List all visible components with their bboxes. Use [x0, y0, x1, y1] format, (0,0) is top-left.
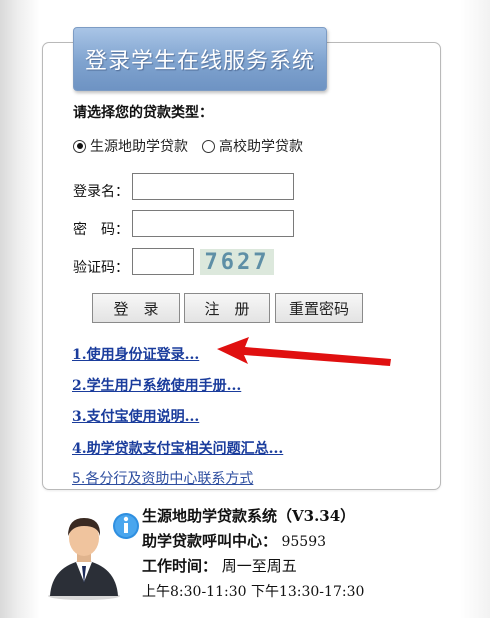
- username-input[interactable]: [132, 173, 294, 200]
- radio-button-source-loan[interactable]: [73, 139, 86, 153]
- link-branch-contacts[interactable]: 5.各分行及资助中心联系方式: [72, 468, 253, 488]
- hotline-row: 助学贷款呼叫中心： 95593: [142, 530, 326, 551]
- password-label: 密 码：: [73, 222, 129, 238]
- hours-times: 上午8:30-11:30 下午13:30-17:30: [142, 584, 365, 600]
- link-alipay-guide[interactable]: 3.支付宝使用说明...: [72, 406, 199, 426]
- radio-button-college-loan[interactable]: [202, 139, 215, 153]
- hotline-number: 95593: [281, 534, 327, 550]
- link-alipay-faq[interactable]: 4.助学贷款支付宝相关问题汇总...: [72, 438, 283, 458]
- username-label: 登录名：: [73, 184, 129, 200]
- link-id-card-login[interactable]: 1.使用身份证登录...: [72, 344, 199, 364]
- password-input[interactable]: [132, 210, 294, 237]
- red-arrow-icon: [217, 337, 391, 366]
- reset-password-button[interactable]: 重置密码: [275, 293, 363, 323]
- hotline-label: 助学贷款呼叫中心：: [142, 532, 278, 550]
- radio-option-college-loan[interactable]: 高校助学贷款: [202, 136, 303, 156]
- register-button[interactable]: 注 册: [184, 293, 270, 323]
- radio-label-source-loan: 生源地助学贷款: [90, 139, 188, 155]
- login-title: 登录学生在线服务系统: [84, 49, 315, 74]
- captcha-label: 验证码：: [73, 260, 129, 276]
- support-agent-icon: [48, 513, 139, 600]
- login-button[interactable]: 登 录: [92, 293, 180, 323]
- radio-option-source-loan[interactable]: 生源地助学贷款: [73, 136, 188, 156]
- captcha-input[interactable]: [132, 248, 194, 275]
- radio-label-college-loan: 高校助学贷款: [219, 139, 303, 155]
- hours-days: 周一至周五: [221, 557, 297, 575]
- loan-type-label: 请选择您的贷款类型：: [73, 105, 213, 121]
- hours-row: 工作时间： 周一至周五: [142, 555, 297, 576]
- system-version: 生源地助学贷款系统（V3.34）: [142, 507, 356, 525]
- captcha-image[interactable]: 7627: [200, 249, 274, 275]
- login-title-banner: 登录学生在线服务系统: [73, 27, 327, 91]
- link-user-manual[interactable]: 2.学生用户系统使用手册...: [72, 375, 241, 395]
- hours-label: 工作时间：: [142, 557, 218, 575]
- loan-type-options: 生源地助学贷款 高校助学贷款: [73, 136, 317, 156]
